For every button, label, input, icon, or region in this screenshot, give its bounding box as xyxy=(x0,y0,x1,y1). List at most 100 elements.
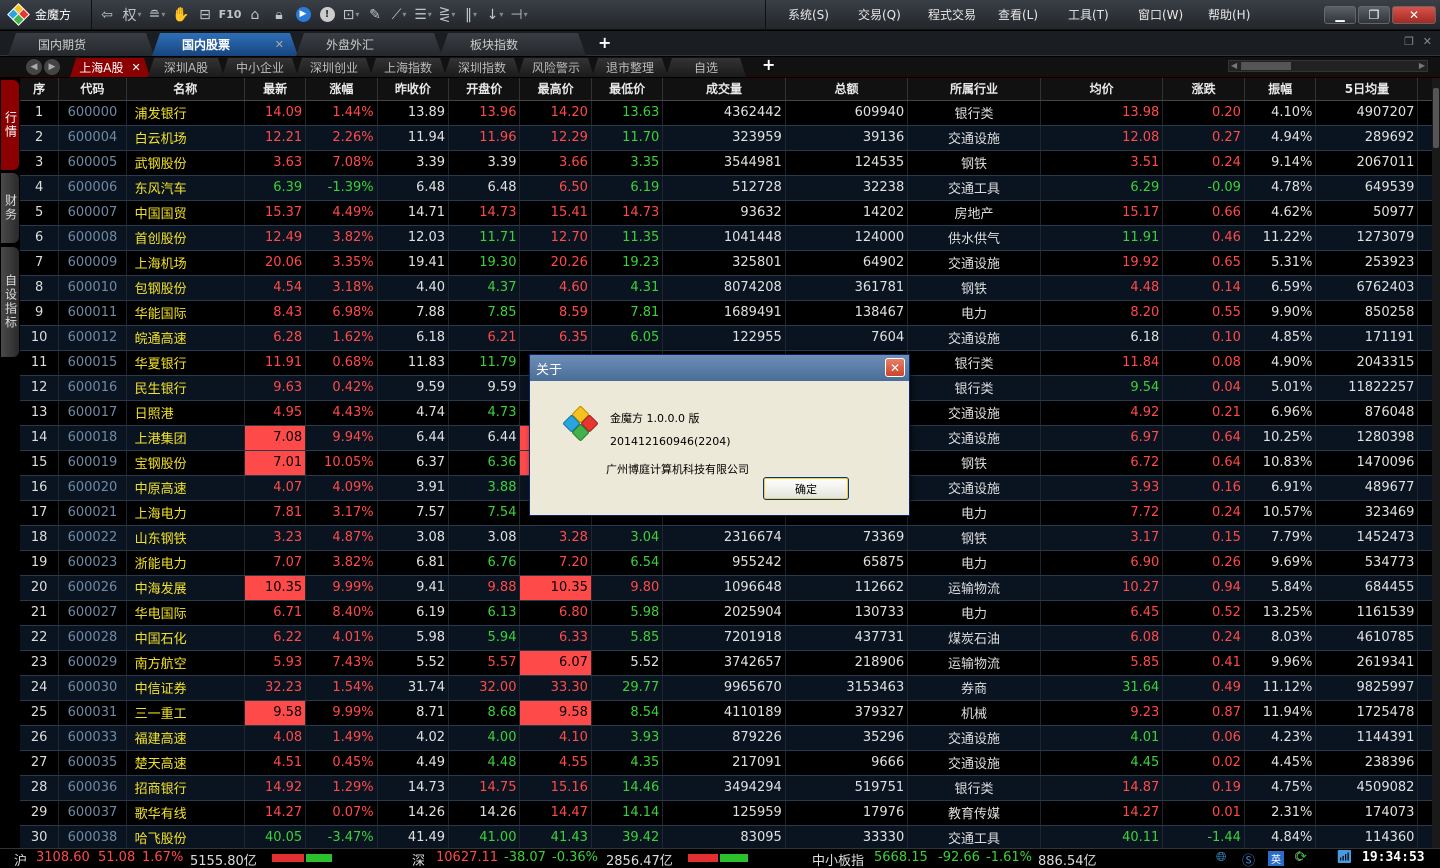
scroll-left-icon[interactable]: ◀ xyxy=(1231,61,1237,70)
side-tab-quotes[interactable]: 行情 xyxy=(1,80,19,170)
menu-tools[interactable]: 工具(T) xyxy=(1046,6,1116,23)
tab-forex[interactable]: 外盘外汇 xyxy=(296,33,442,56)
table-row[interactable]: 25 600031 三一重工 9.58 9.99% 8.71 8.68 9.58 8.54 411… xyxy=(20,700,1432,726)
column-header[interactable]: 最低价 xyxy=(591,78,664,101)
house-icon[interactable]: ⌂ xyxy=(244,4,266,26)
table-row[interactable]: 26 600033 福建高速 4.08 1.49% 4.02 4.00 4.10 3.93 879… xyxy=(20,725,1432,751)
table-row[interactable]: 4 600006 东风汽车 6.39 -1.39% 6.48 6.48 6.50 6.19 512… xyxy=(20,175,1432,201)
side-tab-custom-indicator[interactable]: 自设指标 xyxy=(1,247,19,357)
ime-icon[interactable]: 英 xyxy=(1268,851,1284,866)
table-row[interactable]: 29 600037 歌华有线 14.27 0.07% 14.26 14.26 14.47 14.… xyxy=(20,800,1432,826)
dialog-close-icon[interactable]: ✕ xyxy=(885,358,905,377)
subtab-sh-a[interactable]: 上海A股 ✕ xyxy=(70,58,150,77)
subtab-sz-index[interactable]: 深圳指数 xyxy=(444,58,520,77)
table-row[interactable]: 28 600036 招商银行 14.92 1.29% 14.73 14.75 15.16 14.… xyxy=(20,775,1432,801)
alert-icon[interactable]: ! xyxy=(316,4,338,26)
restore-pane-icon[interactable]: ❐ xyxy=(1404,35,1414,48)
table-row[interactable]: 27 600035 楚天高速 4.51 0.45% 4.49 4.48 4.55 4.35 217… xyxy=(20,750,1432,776)
horizontal-scrollbar[interactable]: ◀ ▶ xyxy=(1228,60,1428,72)
lock-icon[interactable]: 🔒︎ xyxy=(268,4,290,26)
column-header[interactable]: 成交量 xyxy=(662,78,786,101)
close-pane-icon[interactable]: ✕ xyxy=(1423,35,1432,48)
app-logo[interactable]: 金魔方 xyxy=(0,0,92,30)
vertical-scrollbar[interactable] xyxy=(1432,78,1440,848)
prev-tab-icon[interactable]: ◀ xyxy=(26,59,42,75)
menu-system[interactable]: 系统(S) xyxy=(766,6,836,23)
table-row[interactable]: 23 600029 南方航空 5.93 7.43% 5.52 5.57 6.07 5.52 374… xyxy=(20,650,1432,676)
subtab-sme[interactable]: 中小企业 xyxy=(222,58,298,77)
close-subtab-icon[interactable]: ✕ xyxy=(132,61,141,74)
table-row[interactable]: 19 600023 浙能电力 7.07 3.82% 6.81 6.76 7.20 6.54 955… xyxy=(20,550,1432,576)
table-row[interactable]: 6 600008 首创股份 12.49 3.82% 12.03 11.71 12.70 11.3… xyxy=(20,225,1432,251)
play-icon[interactable]: ▶ xyxy=(292,4,314,26)
table-row[interactable]: 21 600027 华电国际 6.71 8.40% 6.19 6.13 6.80 5.98 202… xyxy=(20,600,1432,626)
table-row[interactable]: 2 600004 白云机场 12.21 2.26% 11.94 11.96 12.29 11.7… xyxy=(20,125,1432,151)
draw-icon[interactable]: ✎ xyxy=(364,4,386,26)
f10-button[interactable]: F10 xyxy=(218,4,242,26)
close-tab-icon[interactable]: ✕ xyxy=(275,38,284,51)
arrow-down-icon[interactable]: ↓ xyxy=(484,4,506,26)
ok-button[interactable]: 确定 xyxy=(763,477,849,500)
menu-view[interactable]: 查看(L) xyxy=(976,6,1046,23)
network-icon[interactable]: 🌐︎ xyxy=(1216,850,1226,865)
tab-sector-index[interactable]: 板块指数 xyxy=(440,33,586,56)
column-header[interactable]: 最高价 xyxy=(519,78,592,101)
column-header[interactable]: 昨收价 xyxy=(377,78,450,101)
close-icon[interactable]: ✕ xyxy=(1392,5,1436,24)
table-row[interactable]: 1 600000 浦发银行 14.09 1.44% 13.89 13.96 14.20 13.6… xyxy=(20,100,1432,126)
add-subtab-icon[interactable]: + xyxy=(762,55,775,74)
hand-icon[interactable]: ✋ xyxy=(170,4,192,26)
column-header[interactable]: 所属行业 xyxy=(907,78,1041,101)
text-icon[interactable]: ☰ xyxy=(412,4,434,26)
subtab-delisting[interactable]: 退市整理 xyxy=(592,58,668,77)
subtab-sh-index[interactable]: 上海指数 xyxy=(370,58,446,77)
column-header[interactable]: 序 xyxy=(20,78,60,101)
skype-icon[interactable]: Ⓢ xyxy=(1242,850,1255,868)
layout-icon[interactable]: ⊡ xyxy=(340,4,362,26)
column-header[interactable]: 涨跌 xyxy=(1162,78,1245,101)
column-header[interactable]: 代码 xyxy=(58,78,127,101)
column-header[interactable]: 名称 xyxy=(126,78,245,101)
back-icon[interactable]: ⇦ xyxy=(96,4,118,26)
table-row[interactable]: 5 600007 中国国贸 15.37 4.49% 14.71 14.73 15.41 14.7… xyxy=(20,200,1432,226)
column-header[interactable]: 振幅 xyxy=(1244,78,1317,101)
quan-button[interactable]: 权 xyxy=(120,4,144,26)
sync-icon[interactable]: ⟳ xyxy=(1296,850,1307,865)
minimize-icon[interactable]: ▁ xyxy=(1324,5,1356,24)
subtab-chinext[interactable]: 深圳创业 xyxy=(296,58,372,77)
column-header[interactable]: 最新 xyxy=(244,78,307,101)
table-row[interactable]: 22 600028 中国石化 6.22 4.01% 5.98 5.94 6.33 5.85 720… xyxy=(20,625,1432,651)
column-header[interactable]: 涨幅 xyxy=(305,78,378,101)
column-header[interactable]: 市盈率 xyxy=(1417,78,1432,101)
menu-help[interactable]: 帮助(H) xyxy=(1186,6,1256,23)
side-tab-finance[interactable]: 财务 xyxy=(1,173,19,243)
menu-program-trade[interactable]: 程式交易 xyxy=(906,6,976,23)
table-row[interactable]: 7 600009 上海机场 20.06 3.35% 19.41 19.30 20.26 19.2… xyxy=(20,250,1432,276)
column-header[interactable]: 均价 xyxy=(1040,78,1164,101)
add-tab-icon[interactable]: + xyxy=(598,33,611,52)
table-row[interactable]: 9 600011 华能国际 8.43 6.98% 7.88 7.85 8.59 7.81 1689… xyxy=(20,300,1432,326)
table-row[interactable]: 20 600026 中海发展 10.35 9.99% 9.41 9.88 10.35 9.80 1… xyxy=(20,575,1432,601)
table-row[interactable]: 10 600012 皖通高速 6.28 1.62% 6.18 6.21 6.35 6.05 122… xyxy=(20,325,1432,351)
table-row[interactable]: 18 600022 山东钢铁 3.23 4.87% 3.08 3.08 3.28 3.04 231… xyxy=(20,525,1432,551)
column-header[interactable]: 5日均量 xyxy=(1315,78,1419,101)
signal-icon[interactable]: 📶︎ xyxy=(1336,850,1353,865)
maximize-icon[interactable]: ❐ xyxy=(1358,5,1390,24)
subtab-sz-a[interactable]: 深圳A股 xyxy=(148,58,224,77)
scroll-right-icon[interactable]: ▶ xyxy=(1419,61,1425,70)
column-header[interactable]: 开盘价 xyxy=(448,78,521,101)
tab-domestic-stocks[interactable]: 国内股票 ✕ xyxy=(152,33,298,56)
fan-icon[interactable]: ⋛ xyxy=(436,4,458,26)
fork-icon[interactable]: ⊣ xyxy=(508,4,530,26)
stack-icon[interactable]: ≘ xyxy=(146,4,168,26)
next-tab-icon[interactable]: ▶ xyxy=(44,59,60,75)
menu-trade[interactable]: 交易(Q) xyxy=(836,6,906,23)
table-row[interactable]: 24 600030 中信证券 32.23 1.54% 31.74 32.00 33.30 29.… xyxy=(20,675,1432,701)
subtab-watchlist[interactable]: 自选 xyxy=(666,58,746,77)
line-icon[interactable]: ⟋ xyxy=(388,4,410,26)
subtab-risk-warning[interactable]: 风险警示 xyxy=(518,58,594,77)
indicator-icon[interactable]: ⊟ xyxy=(194,4,216,26)
menu-window[interactable]: 窗口(W) xyxy=(1116,6,1186,23)
scroll-thumb[interactable] xyxy=(1241,62,1291,70)
scroll-thumb[interactable] xyxy=(1433,88,1439,148)
